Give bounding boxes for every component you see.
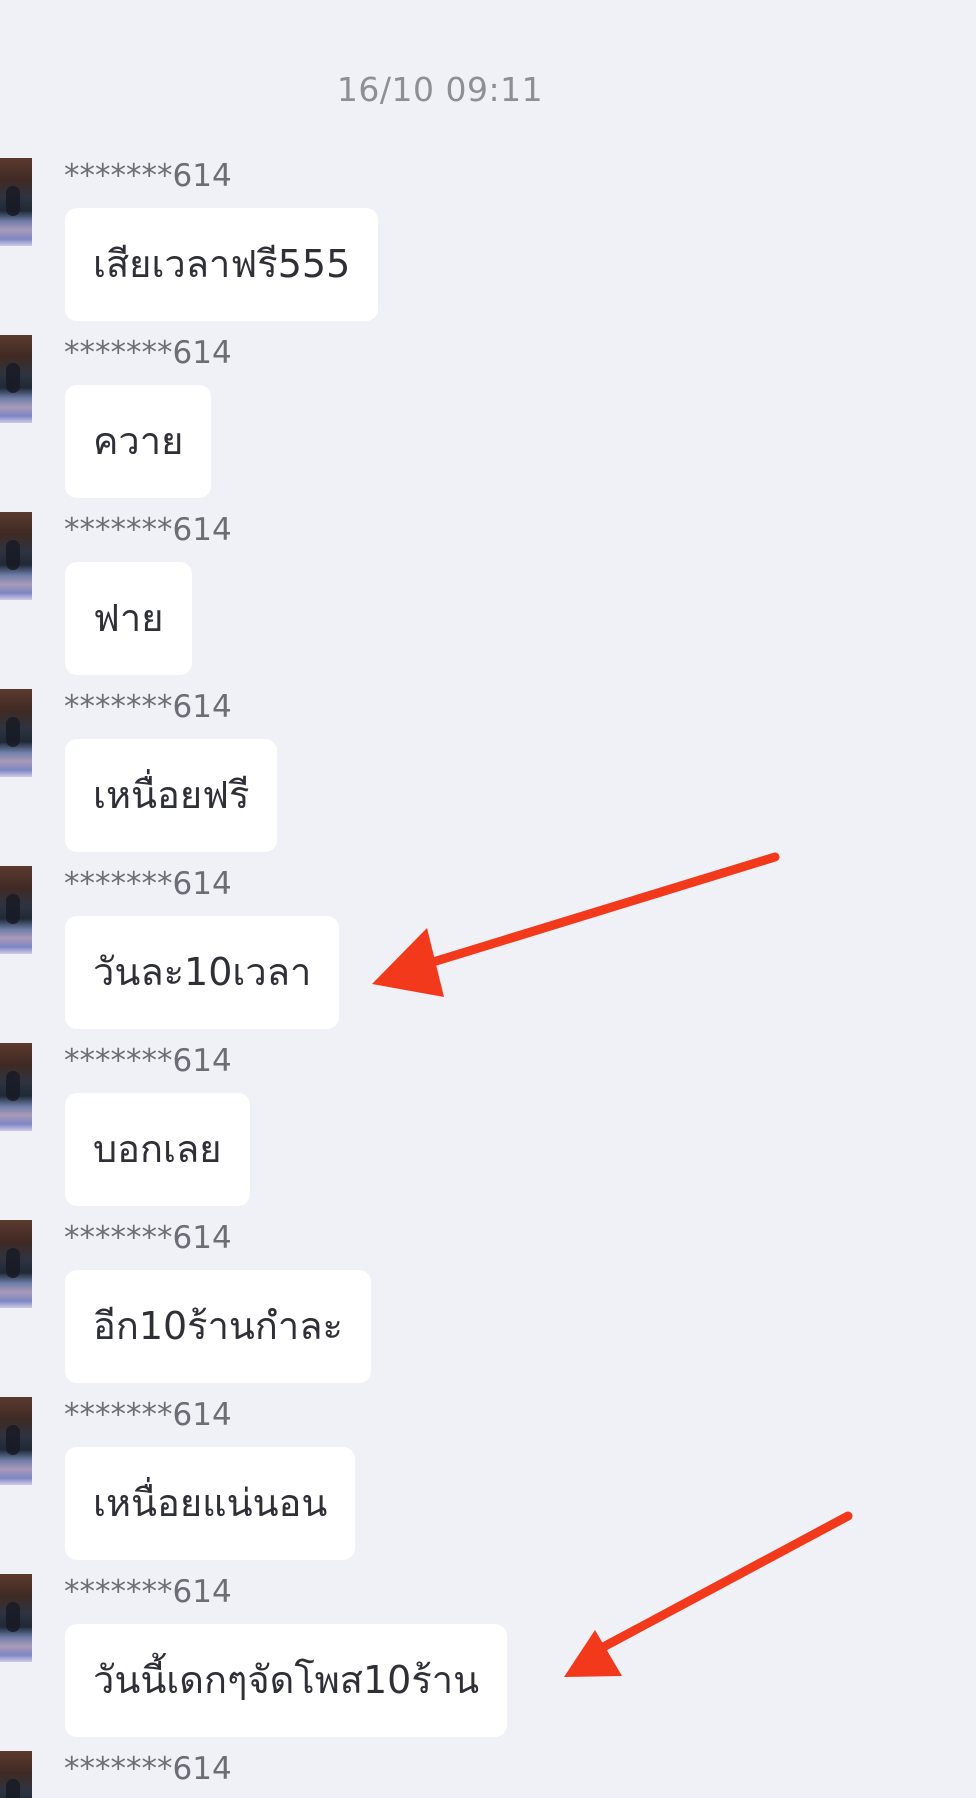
- chat-message: *******614 เหนื่อยฟรี: [0, 689, 976, 866]
- sender-name: *******614: [64, 1220, 232, 1256]
- sender-name: *******614: [64, 866, 232, 902]
- chat-message: *******614 บอกเลย: [0, 1043, 976, 1220]
- sender-name: *******614: [64, 689, 232, 725]
- sender-name: *******614: [64, 1574, 232, 1610]
- chat-window[interactable]: 16/10 09:11 *******614 เสียเวลาฟรี555 **…: [0, 0, 976, 1798]
- chat-message: *******614 ฟาย: [0, 512, 976, 689]
- avatar[interactable]: [0, 1574, 32, 1662]
- avatar[interactable]: [0, 1397, 32, 1485]
- sender-name: *******614: [64, 158, 232, 194]
- sender-name: *******614: [64, 335, 232, 371]
- chat-message: *******614 เหนื่อยแน่นอน: [0, 1397, 976, 1574]
- chat-message: *******614 ควาย: [0, 335, 976, 512]
- message-bubble[interactable]: ควาย: [65, 385, 212, 498]
- sender-name: *******614: [64, 1397, 232, 1433]
- avatar[interactable]: [0, 1751, 32, 1798]
- chat-message: *******614 วันนี้เดกๆจัดโพส10ร้าน: [0, 1574, 976, 1751]
- avatar[interactable]: [0, 866, 32, 954]
- message-bubble[interactable]: บอกเลย: [65, 1093, 250, 1206]
- chat-message: *******614: [0, 1751, 976, 1798]
- chat-message: *******614 วันละ10เวลา: [0, 866, 976, 1043]
- sender-name: *******614: [64, 1043, 232, 1079]
- avatar[interactable]: [0, 512, 32, 600]
- avatar[interactable]: [0, 689, 32, 777]
- sender-name: *******614: [64, 512, 232, 548]
- message-bubble[interactable]: เสียเวลาฟรี555: [65, 208, 379, 321]
- message-bubble[interactable]: อีก10ร้านกำละ: [65, 1270, 371, 1383]
- avatar[interactable]: [0, 1220, 32, 1308]
- message-bubble[interactable]: ฟาย: [65, 562, 192, 675]
- chat-message: *******614 อีก10ร้านกำละ: [0, 1220, 976, 1397]
- chat-timestamp: 16/10 09:11: [336, 70, 544, 109]
- sender-name: *******614: [64, 1751, 232, 1787]
- avatar[interactable]: [0, 158, 32, 246]
- chat-message: *******614 เสียเวลาฟรี555: [0, 158, 976, 335]
- message-bubble[interactable]: เหนื่อยแน่นอน: [65, 1447, 356, 1560]
- avatar[interactable]: [0, 335, 32, 423]
- avatar[interactable]: [0, 1043, 32, 1131]
- message-bubble[interactable]: วันนี้เดกๆจัดโพส10ร้าน: [65, 1624, 508, 1737]
- message-bubble[interactable]: เหนื่อยฟรี: [65, 739, 278, 852]
- message-bubble[interactable]: วันละ10เวลา: [65, 916, 340, 1029]
